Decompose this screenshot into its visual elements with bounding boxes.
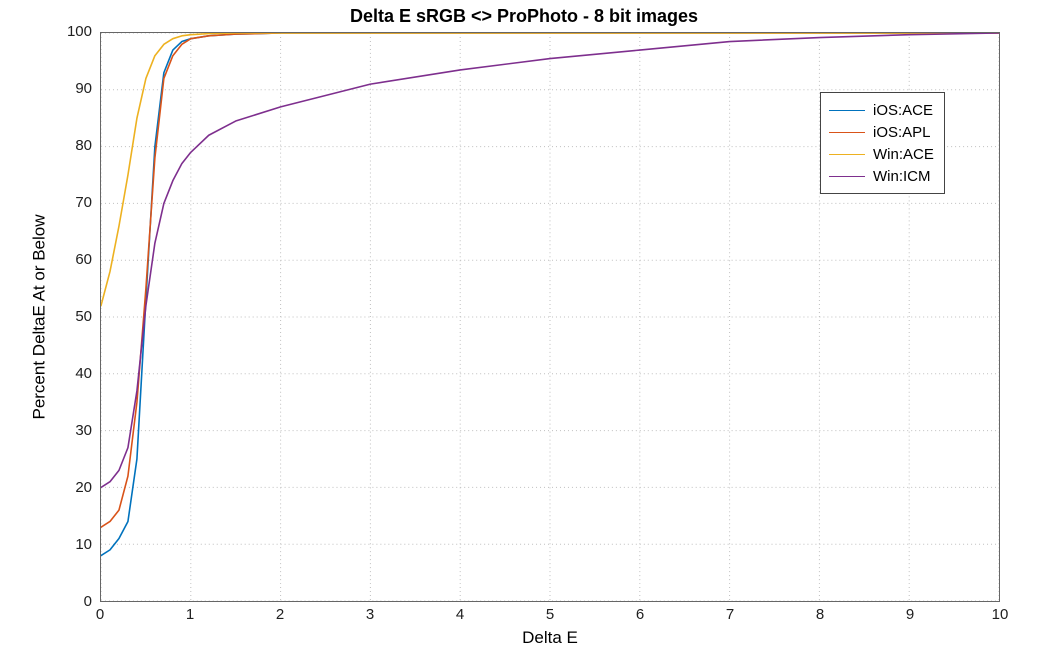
y-tick: 80 xyxy=(52,137,92,154)
legend-swatch-icon xyxy=(829,132,865,133)
legend-label: iOS:ACE xyxy=(873,102,933,119)
x-tick: 7 xyxy=(715,606,745,623)
legend-entry: iOS:ACE xyxy=(829,99,934,121)
legend-entry: Win:ACE xyxy=(829,143,934,165)
x-tick: 9 xyxy=(895,606,925,623)
legend-swatch-icon xyxy=(829,110,865,111)
y-tick: 20 xyxy=(52,479,92,496)
y-tick: 100 xyxy=(52,23,92,40)
legend-entry: Win:ICM xyxy=(829,165,934,187)
y-tick: 40 xyxy=(52,365,92,382)
x-tick: 10 xyxy=(985,606,1015,623)
figure: Delta E sRGB <> ProPhoto - 8 bit images … xyxy=(0,0,1048,666)
x-tick: 3 xyxy=(355,606,385,623)
legend-label: Win:ACE xyxy=(873,146,934,163)
y-tick: 10 xyxy=(52,536,92,553)
x-axis-label: Delta E xyxy=(100,628,1000,648)
legend-label: Win:ICM xyxy=(873,168,931,185)
chart-title: Delta E sRGB <> ProPhoto - 8 bit images xyxy=(0,6,1048,27)
y-tick: 60 xyxy=(52,251,92,268)
legend-swatch-icon xyxy=(829,154,865,155)
legend-label: iOS:APL xyxy=(873,124,931,141)
y-tick: 90 xyxy=(52,80,92,97)
legend-swatch-icon xyxy=(829,176,865,177)
x-tick: 8 xyxy=(805,606,835,623)
legend-entry: iOS:APL xyxy=(829,121,934,143)
x-tick: 0 xyxy=(85,606,115,623)
x-tick: 2 xyxy=(265,606,295,623)
x-tick: 4 xyxy=(445,606,475,623)
y-axis-label: Percent DeltaE At or Below xyxy=(30,32,50,602)
x-tick: 5 xyxy=(535,606,565,623)
y-tick: 70 xyxy=(52,194,92,211)
x-tick: 6 xyxy=(625,606,655,623)
y-tick: 50 xyxy=(52,308,92,325)
legend: iOS:ACE iOS:APL Win:ACE Win:ICM xyxy=(820,92,945,194)
x-tick: 1 xyxy=(175,606,205,623)
y-tick: 30 xyxy=(52,422,92,439)
